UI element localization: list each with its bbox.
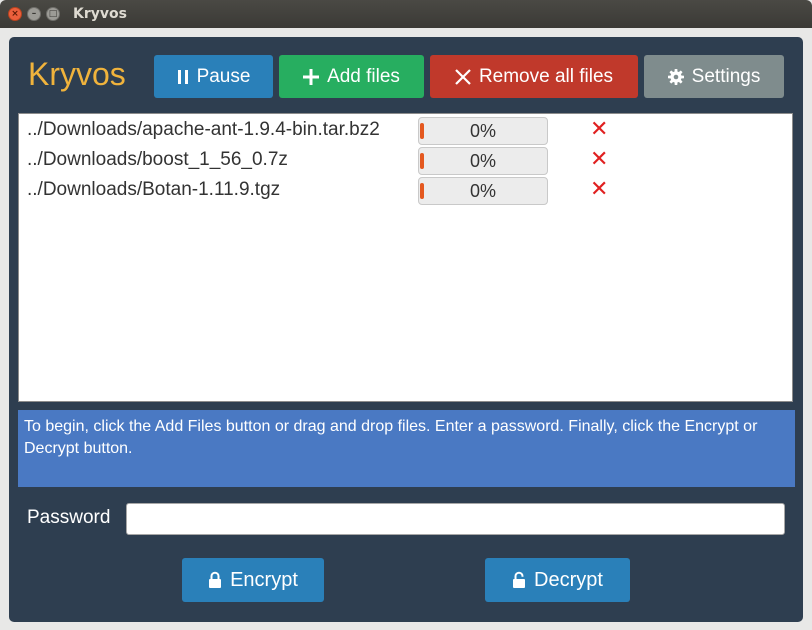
plus-icon bbox=[303, 68, 320, 85]
decrypt-button[interactable]: Decrypt bbox=[485, 558, 630, 602]
file-name: ../Downloads/Botan-1.11.9.tgz bbox=[27, 179, 281, 200]
pause-button-label: Pause bbox=[196, 65, 251, 87]
file-row: ../Downloads/boost_1_56_0.7z 0% ✕ bbox=[19, 146, 792, 176]
window-title: Kryvos bbox=[73, 6, 127, 22]
file-row: ../Downloads/apache-ant-1.9.4-bin.tar.bz… bbox=[19, 116, 792, 146]
app-main-panel: Kryvos Pause Add files Remove all files bbox=[9, 37, 803, 622]
add-files-button-label: Add files bbox=[327, 65, 400, 87]
file-list[interactable]: ../Downloads/apache-ant-1.9.4-bin.tar.bz… bbox=[18, 113, 793, 402]
file-row: ../Downloads/Botan-1.11.9.tgz 0% ✕ bbox=[19, 176, 792, 206]
progress-text: 0% bbox=[469, 181, 496, 201]
settings-button[interactable]: Settings bbox=[644, 55, 784, 98]
password-input[interactable] bbox=[126, 503, 785, 535]
add-files-button[interactable]: Add files bbox=[279, 55, 424, 98]
window-titlebar: × – □ Kryvos bbox=[0, 0, 812, 28]
close-icon bbox=[455, 68, 471, 85]
window-minimize-button[interactable]: – bbox=[27, 7, 41, 21]
app-brand: Kryvos bbox=[28, 56, 126, 92]
file-name: ../Downloads/boost_1_56_0.7z bbox=[27, 149, 288, 170]
decrypt-button-label: Decrypt bbox=[534, 568, 603, 591]
progress-text: 0% bbox=[469, 121, 496, 141]
remove-all-files-button[interactable]: Remove all files bbox=[430, 55, 638, 98]
pause-button[interactable]: Pause bbox=[154, 55, 273, 98]
lock-icon bbox=[208, 571, 222, 589]
file-progress-bar: 0% bbox=[418, 177, 548, 205]
password-label: Password bbox=[27, 507, 111, 528]
encrypt-button-label: Encrypt bbox=[230, 568, 298, 591]
settings-button-label: Settings bbox=[691, 65, 761, 87]
window-maximize-button[interactable]: □ bbox=[46, 7, 60, 21]
status-message: To begin, click the Add Files button or … bbox=[18, 410, 795, 487]
remove-file-button[interactable]: ✕ bbox=[590, 178, 608, 202]
file-name: ../Downloads/apache-ant-1.9.4-bin.tar.bz… bbox=[27, 119, 380, 140]
window-close-button[interactable]: × bbox=[8, 7, 22, 21]
encrypt-button[interactable]: Encrypt bbox=[182, 558, 324, 602]
remove-file-button[interactable]: ✕ bbox=[590, 148, 608, 172]
file-progress-bar: 0% bbox=[418, 147, 548, 175]
unlock-icon bbox=[512, 571, 526, 589]
remove-all-files-button-label: Remove all files bbox=[478, 65, 614, 87]
pause-icon bbox=[177, 69, 189, 85]
remove-file-button[interactable]: ✕ bbox=[590, 118, 608, 142]
progress-text: 0% bbox=[469, 151, 496, 171]
file-progress-bar: 0% bbox=[418, 117, 548, 145]
gear-icon bbox=[667, 68, 684, 85]
